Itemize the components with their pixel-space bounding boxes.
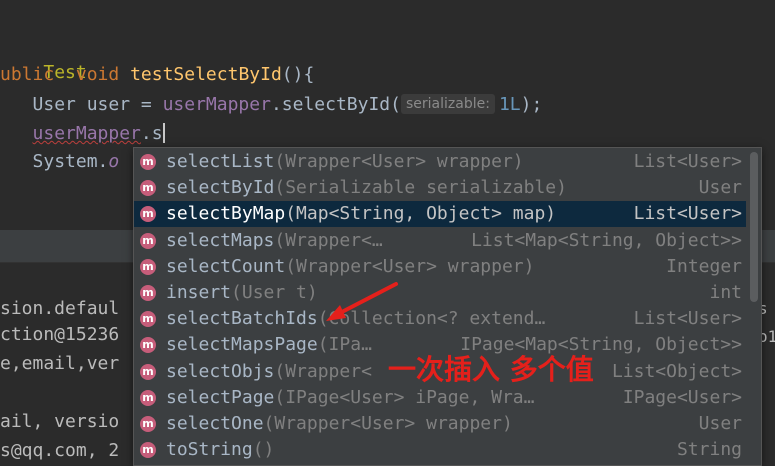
annotation-label: 一次插入 多个值 (388, 353, 594, 386)
annotation-arrow (326, 282, 398, 321)
